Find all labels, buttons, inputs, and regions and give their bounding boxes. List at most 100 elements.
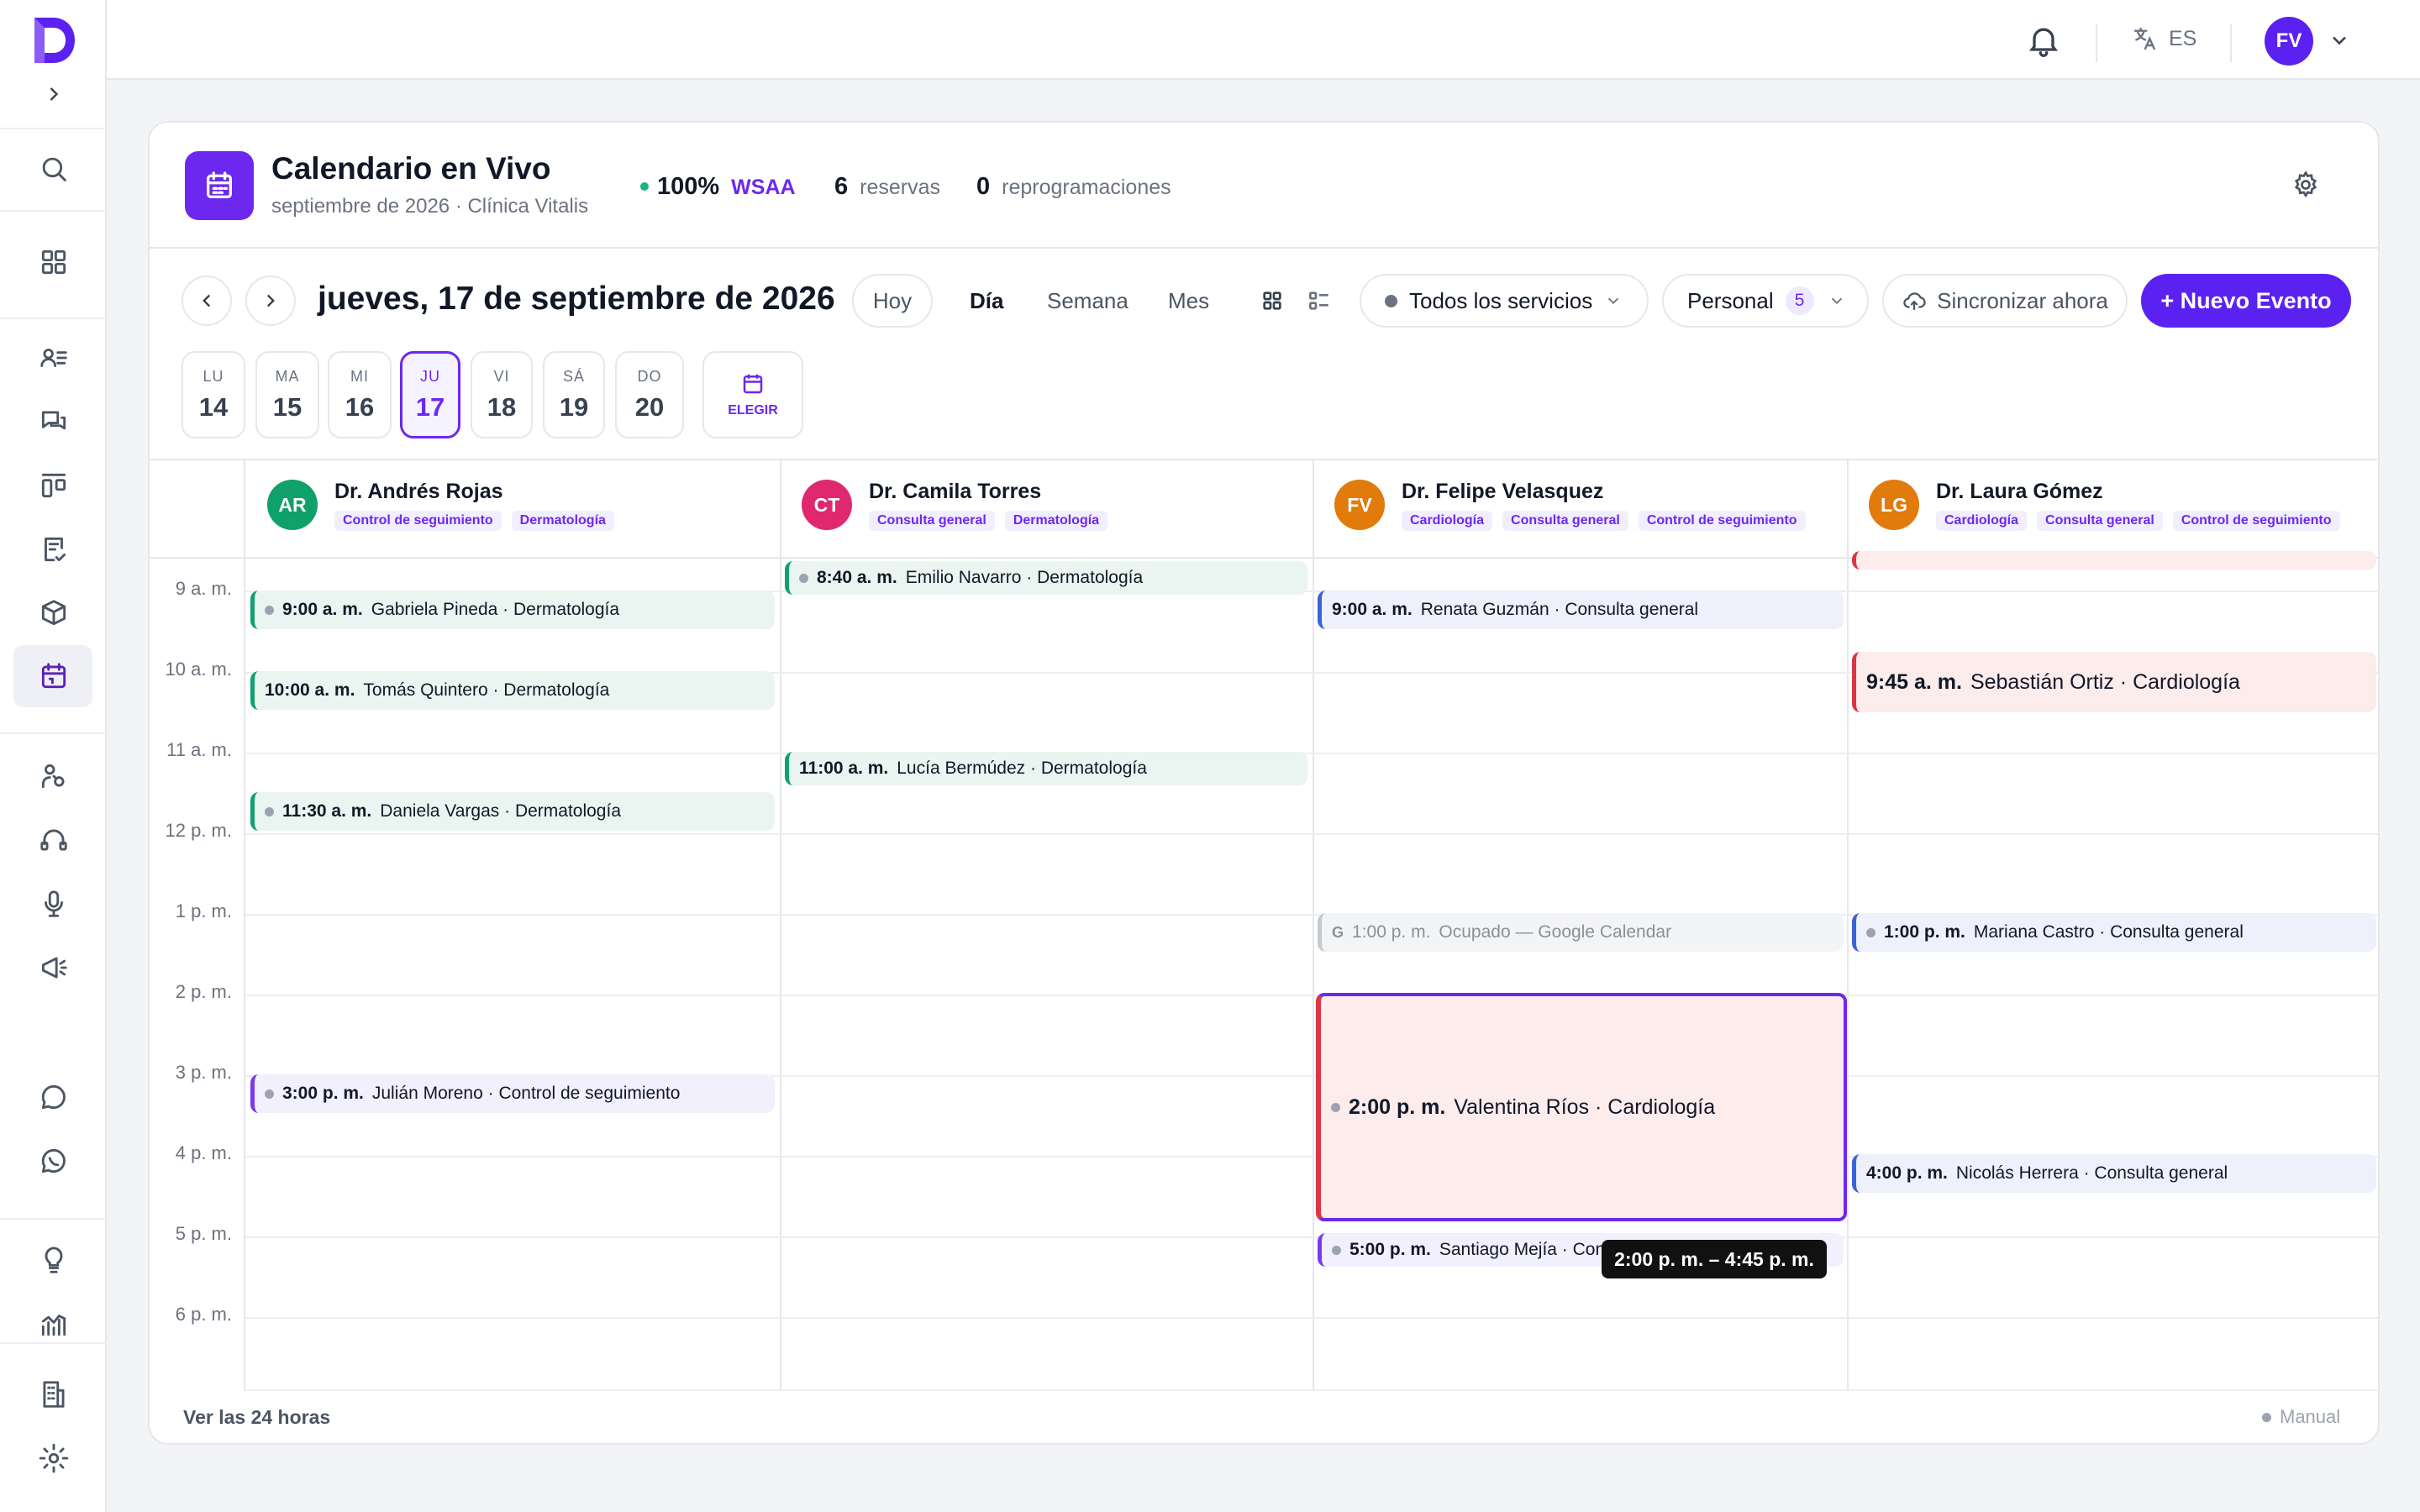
topbar [107,0,2420,80]
event-card[interactable]: 9:45 a. m. Sebastián Ortiz · Cardiología [1852,652,2376,712]
stat-reservas-count: 6 [834,173,849,200]
doctor-header-rojas: AR Dr. Andrés Rojas Control de seguimien… [267,480,614,531]
event-time: 10:00 a. m. [265,680,355,700]
service-tag: Dermatología [511,511,614,531]
settings-icon[interactable] [34,1438,74,1478]
chevron-left-icon [203,294,211,307]
service-tag: Consulta general [2037,511,2163,531]
event-title: Renata Guzmán · Consulta general [1420,600,1699,619]
chat-icon[interactable] [34,402,74,442]
list-view-icon[interactable] [1306,287,1333,314]
event-time: 3:00 p. m. [282,1084,364,1103]
doctor-header-gomez: LG Dr. Laura Gómez Cardiología Consulta g… [1869,480,2340,531]
tab-month[interactable]: Mes [1168,274,1209,328]
dashboard-icon[interactable] [34,242,74,282]
calendar-app-icon [185,151,254,220]
day-lu[interactable]: LU 14 [182,351,245,438]
logo-icon[interactable] [28,14,78,66]
tab-day[interactable]: Día [970,274,1003,328]
event-card[interactable]: 11:30 a. m. Daniela Vargas · Dermatología [250,792,775,831]
hour-line [245,1236,2378,1238]
language-label: ES [2169,26,2197,50]
day-label: MA [275,367,300,385]
campaign-icon[interactable] [34,948,74,988]
day-ju[interactable]: JU 17 [400,351,460,438]
hour-label: 4 p. m. [175,1142,232,1163]
event-time: 2:00 p. m. [1349,1095,1446,1119]
day-vi[interactable]: VI 18 [471,351,533,438]
service-tag: Consulta general [1502,511,1628,531]
tab-week[interactable]: Semana [1047,274,1128,328]
staff-icon[interactable] [34,756,74,796]
event-title: Julián Moreno · Control de seguimiento [371,1084,681,1103]
support-icon[interactable] [34,820,74,860]
chevron-down-icon[interactable] [2328,29,2351,52]
chevron-down-icon [1608,297,1619,305]
divider [2096,24,2097,62]
event-card[interactable]: 11:00 a. m. Lucía Bermúdez · Dermatología [785,752,1307,785]
event-card-busy[interactable]: G 1:00 p. m. Ocupado — Google Calendar [1318,913,1844,952]
next-day-button[interactable] [245,276,296,326]
divider [2230,24,2232,62]
new-event-button[interactable]: + Nuevo Evento [2141,274,2351,328]
event-card-selected[interactable]: 2:00 p. m. Valentina Ríos · Cardiología [1316,993,1847,1221]
event-time-tooltip: 2:00 p. m. – 4:45 p. m. [1602,1240,1827,1278]
calendar-icon [743,374,763,394]
event-card[interactable]: 3:00 p. m. Julián Moreno · Control de seg… [250,1074,775,1113]
event-title: Valentina Ríos · Cardiología [1454,1095,1716,1119]
event-card[interactable]: 8:40 a. m. Emilio Navarro · Dermatología [785,561,1307,595]
expand-icon[interactable] [42,82,66,106]
event-title: Sebastián Ortiz · Cardiología [1970,669,2240,694]
choose-date-button[interactable]: ELEGIR [702,351,803,438]
column-divider [244,459,245,1391]
forms-icon[interactable] [34,529,74,570]
microphone-icon[interactable] [34,884,74,924]
today-button[interactable]: Hoy [852,274,933,328]
event-card[interactable] [1852,551,2376,570]
gear-icon[interactable] [2291,170,2321,200]
services-filter[interactable]: Todos los servicios [1360,274,1649,328]
chevron-down-icon [1831,297,1842,305]
day-label: VI [493,367,510,385]
day-mi[interactable]: MI 16 [328,351,392,438]
building-icon[interactable] [34,1374,74,1415]
personal-filter[interactable]: Personal 5 [1662,274,1869,328]
analytics-icon[interactable] [34,1304,74,1344]
bell-icon[interactable] [2025,22,2062,59]
day-ma[interactable]: MA 15 [255,351,319,438]
patients-icon[interactable] [34,338,74,378]
divider [150,459,2378,460]
prev-day-button[interactable] [182,276,232,326]
language-switch[interactable]: ES [2132,25,2196,52]
avatar[interactable]: FV [2265,17,2313,66]
service-tag: Control de seguimiento [334,511,502,531]
ideas-icon[interactable] [34,1240,74,1280]
board-icon[interactable] [34,465,74,506]
service-tag: Dermatología [1004,511,1108,531]
hour-label: 5 p. m. [175,1223,232,1244]
packages-icon[interactable] [34,593,74,633]
day-number: 19 [559,391,589,422]
doctor-name: Dr. Felipe Velasquez [1402,480,1604,503]
event-card[interactable]: 9:00 a. m. Renata Guzmán · Consulta gener… [1318,591,1844,629]
day-do[interactable]: DO 20 [615,351,684,438]
services-filter-label: Todos los servicios [1409,287,1593,313]
event-title: Daniela Vargas · Dermatología [380,801,622,821]
grid-view-icon[interactable] [1259,287,1286,314]
service-tag: Cardiología [1402,511,1493,531]
event-dot [265,1089,274,1099]
search-icon[interactable] [34,149,74,189]
event-card[interactable]: 9:00 a. m. Gabriela Pineda · Dermatología [250,591,775,629]
event-card[interactable]: 4:00 p. m. Nicolás Herrera · Consulta gen… [1852,1154,2376,1193]
day-sa[interactable]: SÁ 19 [543,351,605,438]
event-time: 11:30 a. m. [282,801,372,821]
whatsapp-icon[interactable] [34,1141,74,1181]
event-card[interactable]: 1:00 p. m. Mariana Castro · Consulta gene… [1852,913,2376,952]
stat-reservas-label: reservas [860,176,941,199]
hour-label: 9 a. m. [175,578,232,599]
event-card[interactable]: 10:00 a. m. Tomás Quintero · Dermatología [250,671,775,710]
show-24-hours-link[interactable]: Ver las 24 horas [183,1406,330,1429]
message-icon[interactable] [34,1077,74,1117]
sync-button[interactable]: Sincronizar ahora [1882,274,2128,328]
calendar-icon[interactable] [34,656,74,696]
